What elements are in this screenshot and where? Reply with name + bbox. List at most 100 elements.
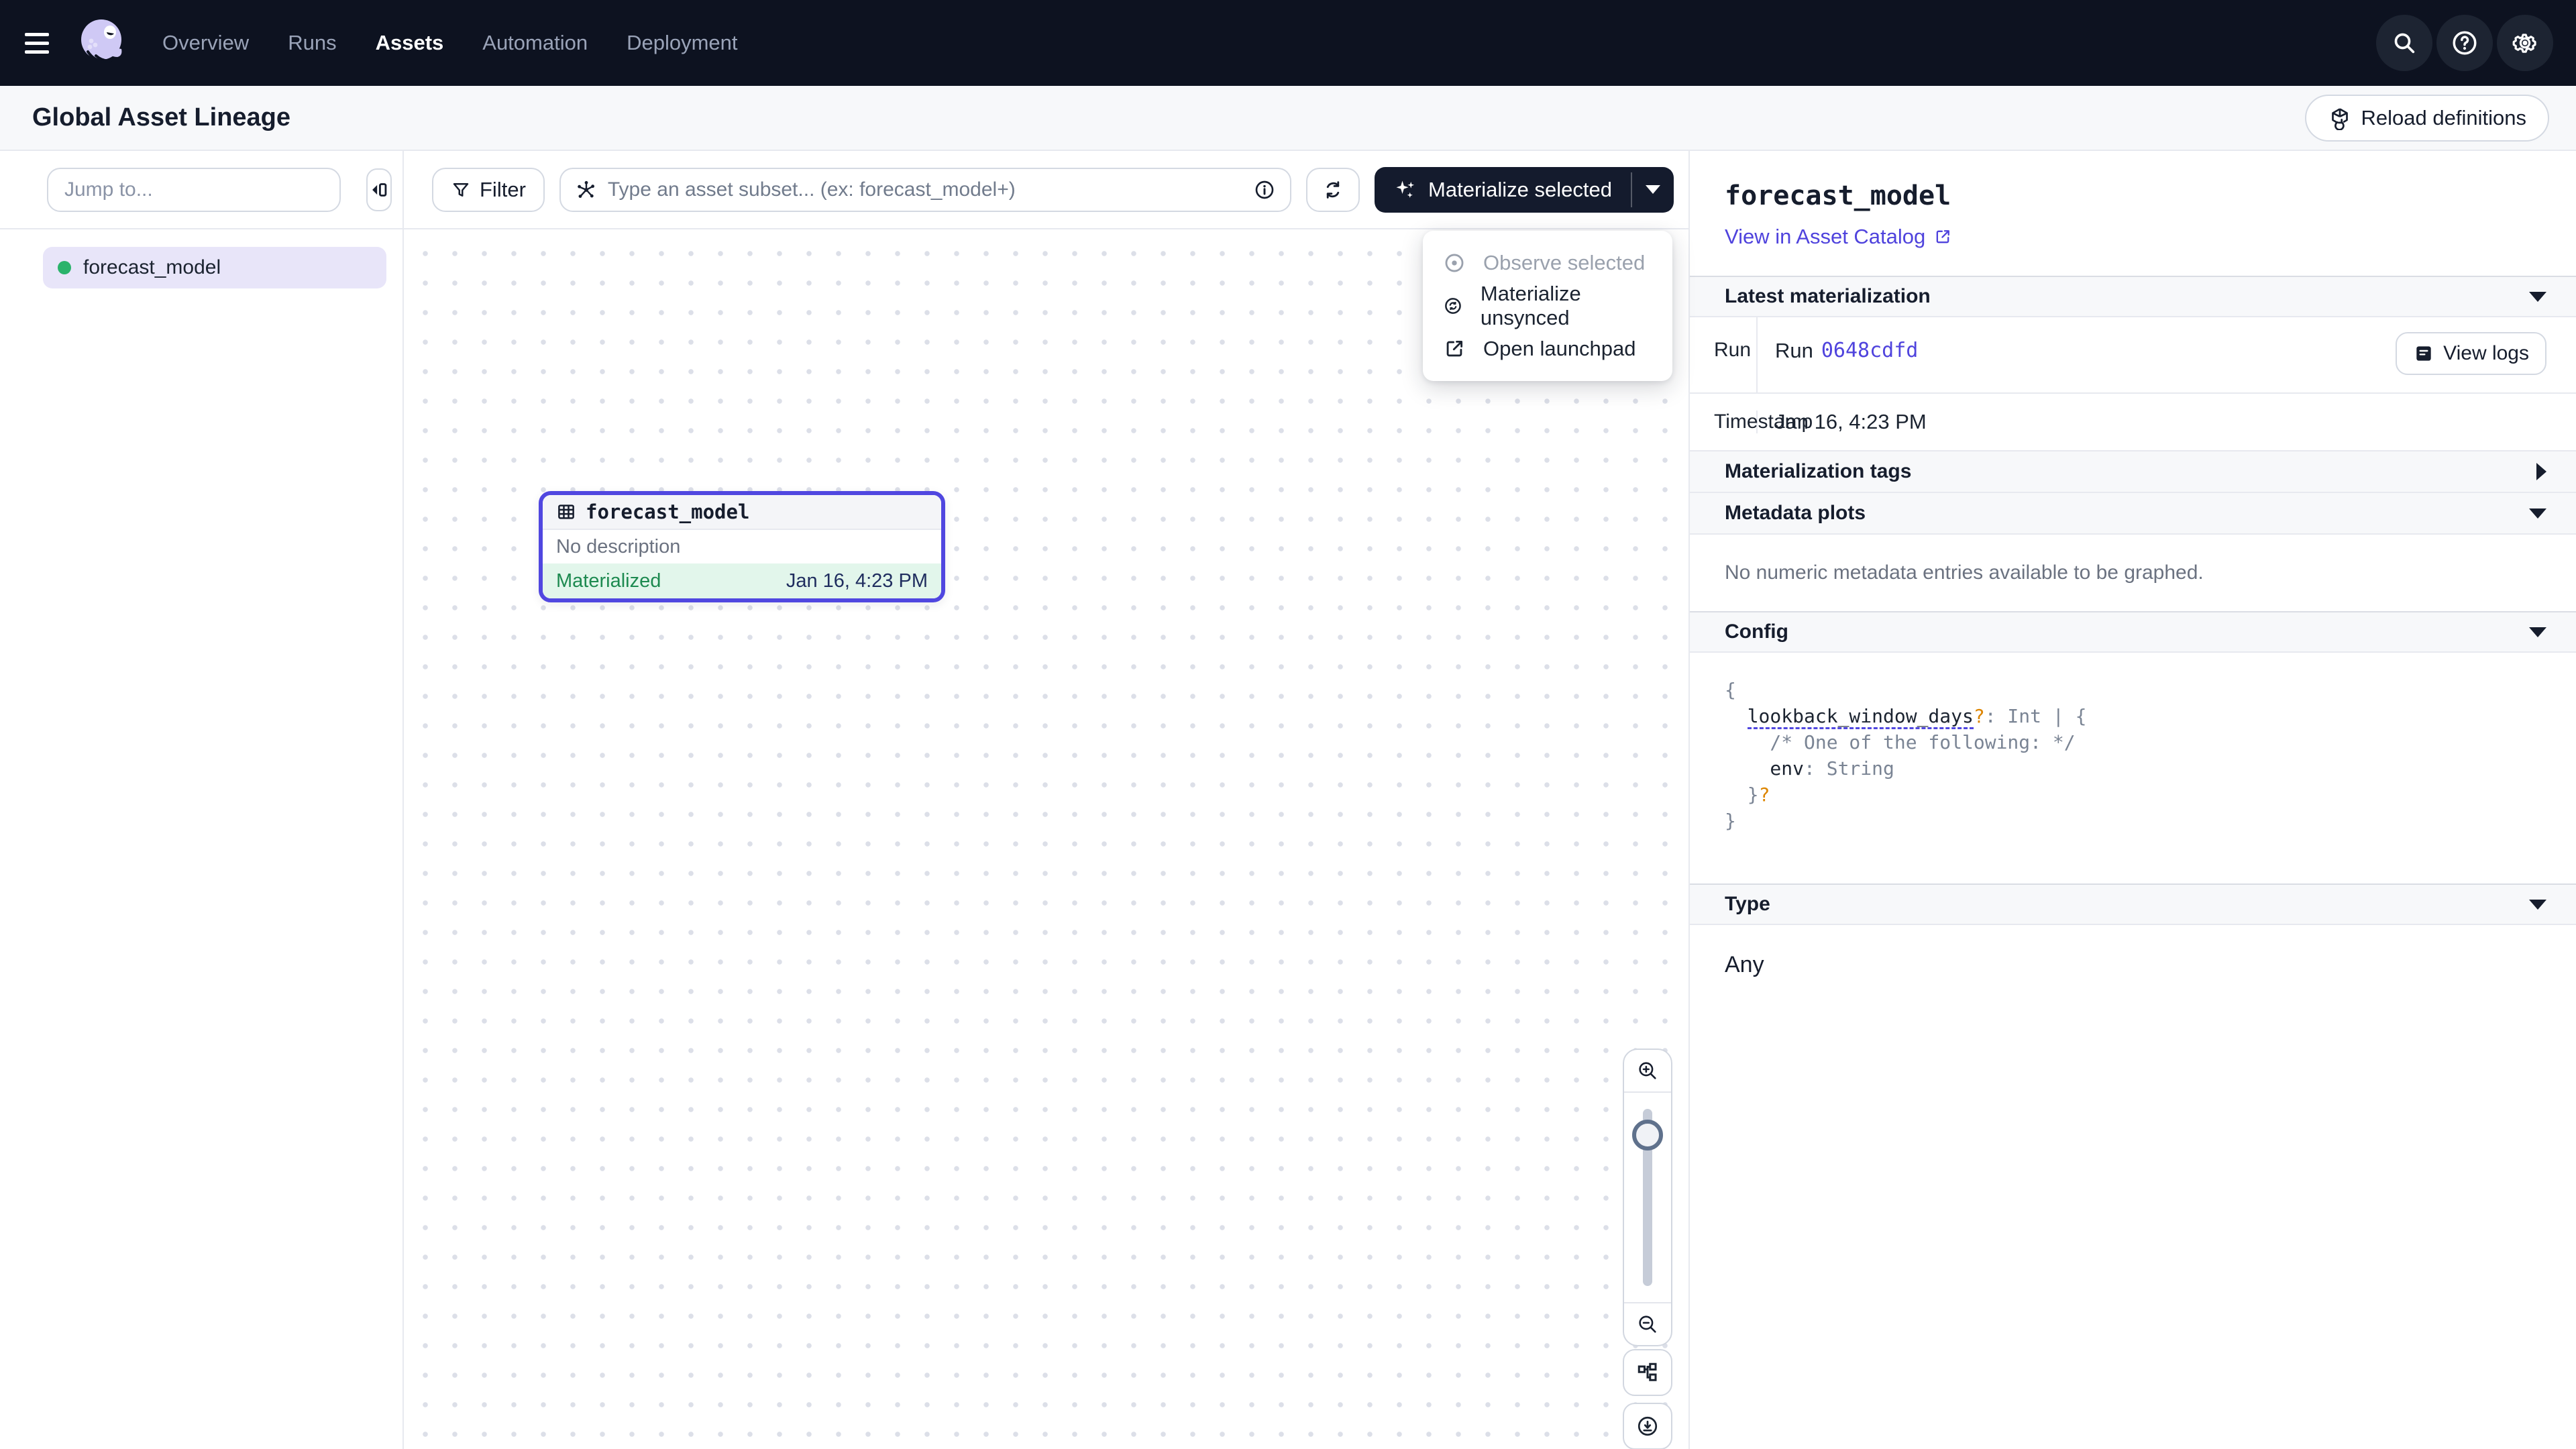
view-in-asset-catalog-link[interactable]: View in Asset Catalog [1725,225,1952,249]
observe-icon [1443,252,1466,274]
run-label: Run [1690,317,1758,392]
zoom-in-button[interactable] [1624,1050,1671,1093]
chevron-down-icon [1646,185,1660,194]
table-icon [556,502,576,522]
latest-timestamp-row: Timestamp Jan 16, 4:23 PM [1690,394,2576,451]
asset-subset-search [559,168,1291,212]
asset-subset-input[interactable] [608,178,1243,201]
collapse-sidebar-button[interactable] [366,168,392,211]
rearrange-graph-button[interactable] [1623,1349,1672,1396]
zoom-out-icon [1636,1313,1659,1336]
chevron-down-icon [2529,292,2546,302]
asset-status-dot [58,261,71,274]
refresh-graph-button[interactable] [1306,168,1360,212]
view-logs-label: View logs [2443,342,2529,365]
materialize-options-menu: Observe selected Materialize unsynced Op… [1423,231,1672,381]
metadata-empty-message: No numeric metadata entries available to… [1690,535,2576,611]
view-logs-button[interactable]: View logs [2396,332,2546,375]
asset-graph-icon [576,179,597,201]
run-prefix: Run [1775,339,1813,392]
section-label: Latest materialization [1725,285,1931,308]
config-schema-code: { lookback_window_days?: Int | { /* One … [1690,653,2576,883]
info-icon[interactable] [1254,179,1275,201]
nav-item-automation[interactable]: Automation [482,31,588,55]
zoom-slider[interactable] [1624,1093,1671,1302]
run-id-link[interactable]: 0648cdfd [1821,339,1919,392]
jump-to-input[interactable] [47,168,341,212]
menu-item-observe-selected[interactable]: Observe selected [1423,241,1672,284]
node-timestamp: Jan 16, 4:23 PM [786,570,928,592]
materialize-sync-icon [1443,294,1463,317]
help-button[interactable] [2436,15,2493,71]
download-image-button[interactable] [1623,1403,1672,1449]
section-metadata-plots[interactable]: Metadata plots [1690,493,2576,535]
materialize-selected-label: Materialize selected [1428,178,1612,202]
asset-node-forecast-model[interactable]: forecast_model No description Materializ… [539,491,945,602]
nav-item-assets[interactable]: Assets [376,31,444,55]
nav-item-deployment[interactable]: Deployment [627,31,737,55]
search-button[interactable] [2376,15,2432,71]
lineage-canvas[interactable] [404,229,1688,1449]
lineage-graph-panel: Filter Materialize selected [404,151,1688,1449]
materialize-selected-button[interactable]: Materialize selected [1375,167,1631,213]
sparkles-icon [1393,178,1417,202]
section-latest-materialization[interactable]: Latest materialization [1690,276,2576,317]
zoom-slider-handle[interactable] [1632,1120,1663,1150]
filter-label: Filter [480,178,526,202]
node-status-badge: Materialized [556,570,661,592]
materialize-selected-split-button: Materialize selected [1375,167,1674,213]
section-label: Config [1725,621,1788,643]
reload-definitions-button[interactable]: Reload definitions [2305,95,2549,142]
zoom-controls [1623,1049,1672,1346]
section-config[interactable]: Config [1690,611,2576,653]
chevron-down-icon [2529,508,2546,519]
dagster-logo[interactable] [70,11,134,75]
external-link-icon [1933,227,1952,246]
page-header: Global Asset Lineage Reload definitions [0,86,2576,151]
nav-links: Overview Runs Assets Automation Deployme… [162,31,738,55]
timestamp-label: Timestamp [1690,411,1758,433]
logs-icon [2413,343,2434,364]
latest-run-row: Run Run 0648cdfd View logs [1690,317,2576,394]
materialize-options-button[interactable] [1632,167,1674,213]
nav-item-runs[interactable]: Runs [288,31,336,55]
asset-detail-panel: forecast_model View in Asset Catalog Lat… [1688,151,2576,1449]
sidebar-item-forecast-model[interactable]: forecast_model [43,247,386,288]
graph-layout-icon [1635,1360,1660,1385]
asset-detail-title: forecast_model [1725,180,2544,211]
chevron-down-icon [2529,900,2546,910]
section-materialization-tags[interactable]: Materialization tags [1690,451,2576,493]
reload-definitions-label: Reload definitions [2361,106,2526,130]
settings-button[interactable] [2497,15,2553,71]
menu-item-label: Materialize unsynced [1481,282,1652,330]
catalog-link-label: View in Asset Catalog [1725,225,1925,249]
filter-funnel-icon [451,180,471,200]
filter-button[interactable]: Filter [432,168,545,212]
section-label: Type [1725,893,1770,916]
asset-sidebar: forecast_model [0,151,404,1449]
menu-item-materialize-unsynced[interactable]: Materialize unsynced [1423,284,1672,327]
top-nav: Overview Runs Assets Automation Deployme… [0,0,2576,86]
menu-item-open-launchpad[interactable]: Open launchpad [1423,327,1672,370]
asset-list-label: forecast_model [83,256,221,279]
nav-item-overview[interactable]: Overview [162,31,249,55]
help-icon [2451,29,2479,57]
node-title: forecast_model [586,500,749,523]
timestamp-value: Jan 16, 4:23 PM [1775,410,1927,434]
open-external-icon [1443,337,1466,360]
page-title: Global Asset Lineage [32,103,290,132]
search-icon [2391,30,2418,56]
chevron-down-icon [2529,627,2546,637]
chevron-right-icon [2536,463,2546,480]
section-type[interactable]: Type [1690,883,2576,925]
zoom-out-button[interactable] [1624,1302,1671,1345]
menu-item-label: Observe selected [1483,251,1645,275]
section-label: Metadata plots [1725,502,1866,525]
reload-cube-icon [2328,106,2352,130]
hamburger-menu-icon[interactable] [8,0,66,86]
refresh-icon [1322,178,1344,201]
type-value: Any [1690,925,2576,1005]
collapse-panel-icon [368,178,390,201]
section-label: Materialization tags [1725,460,1911,483]
menu-item-label: Open launchpad [1483,337,1636,361]
